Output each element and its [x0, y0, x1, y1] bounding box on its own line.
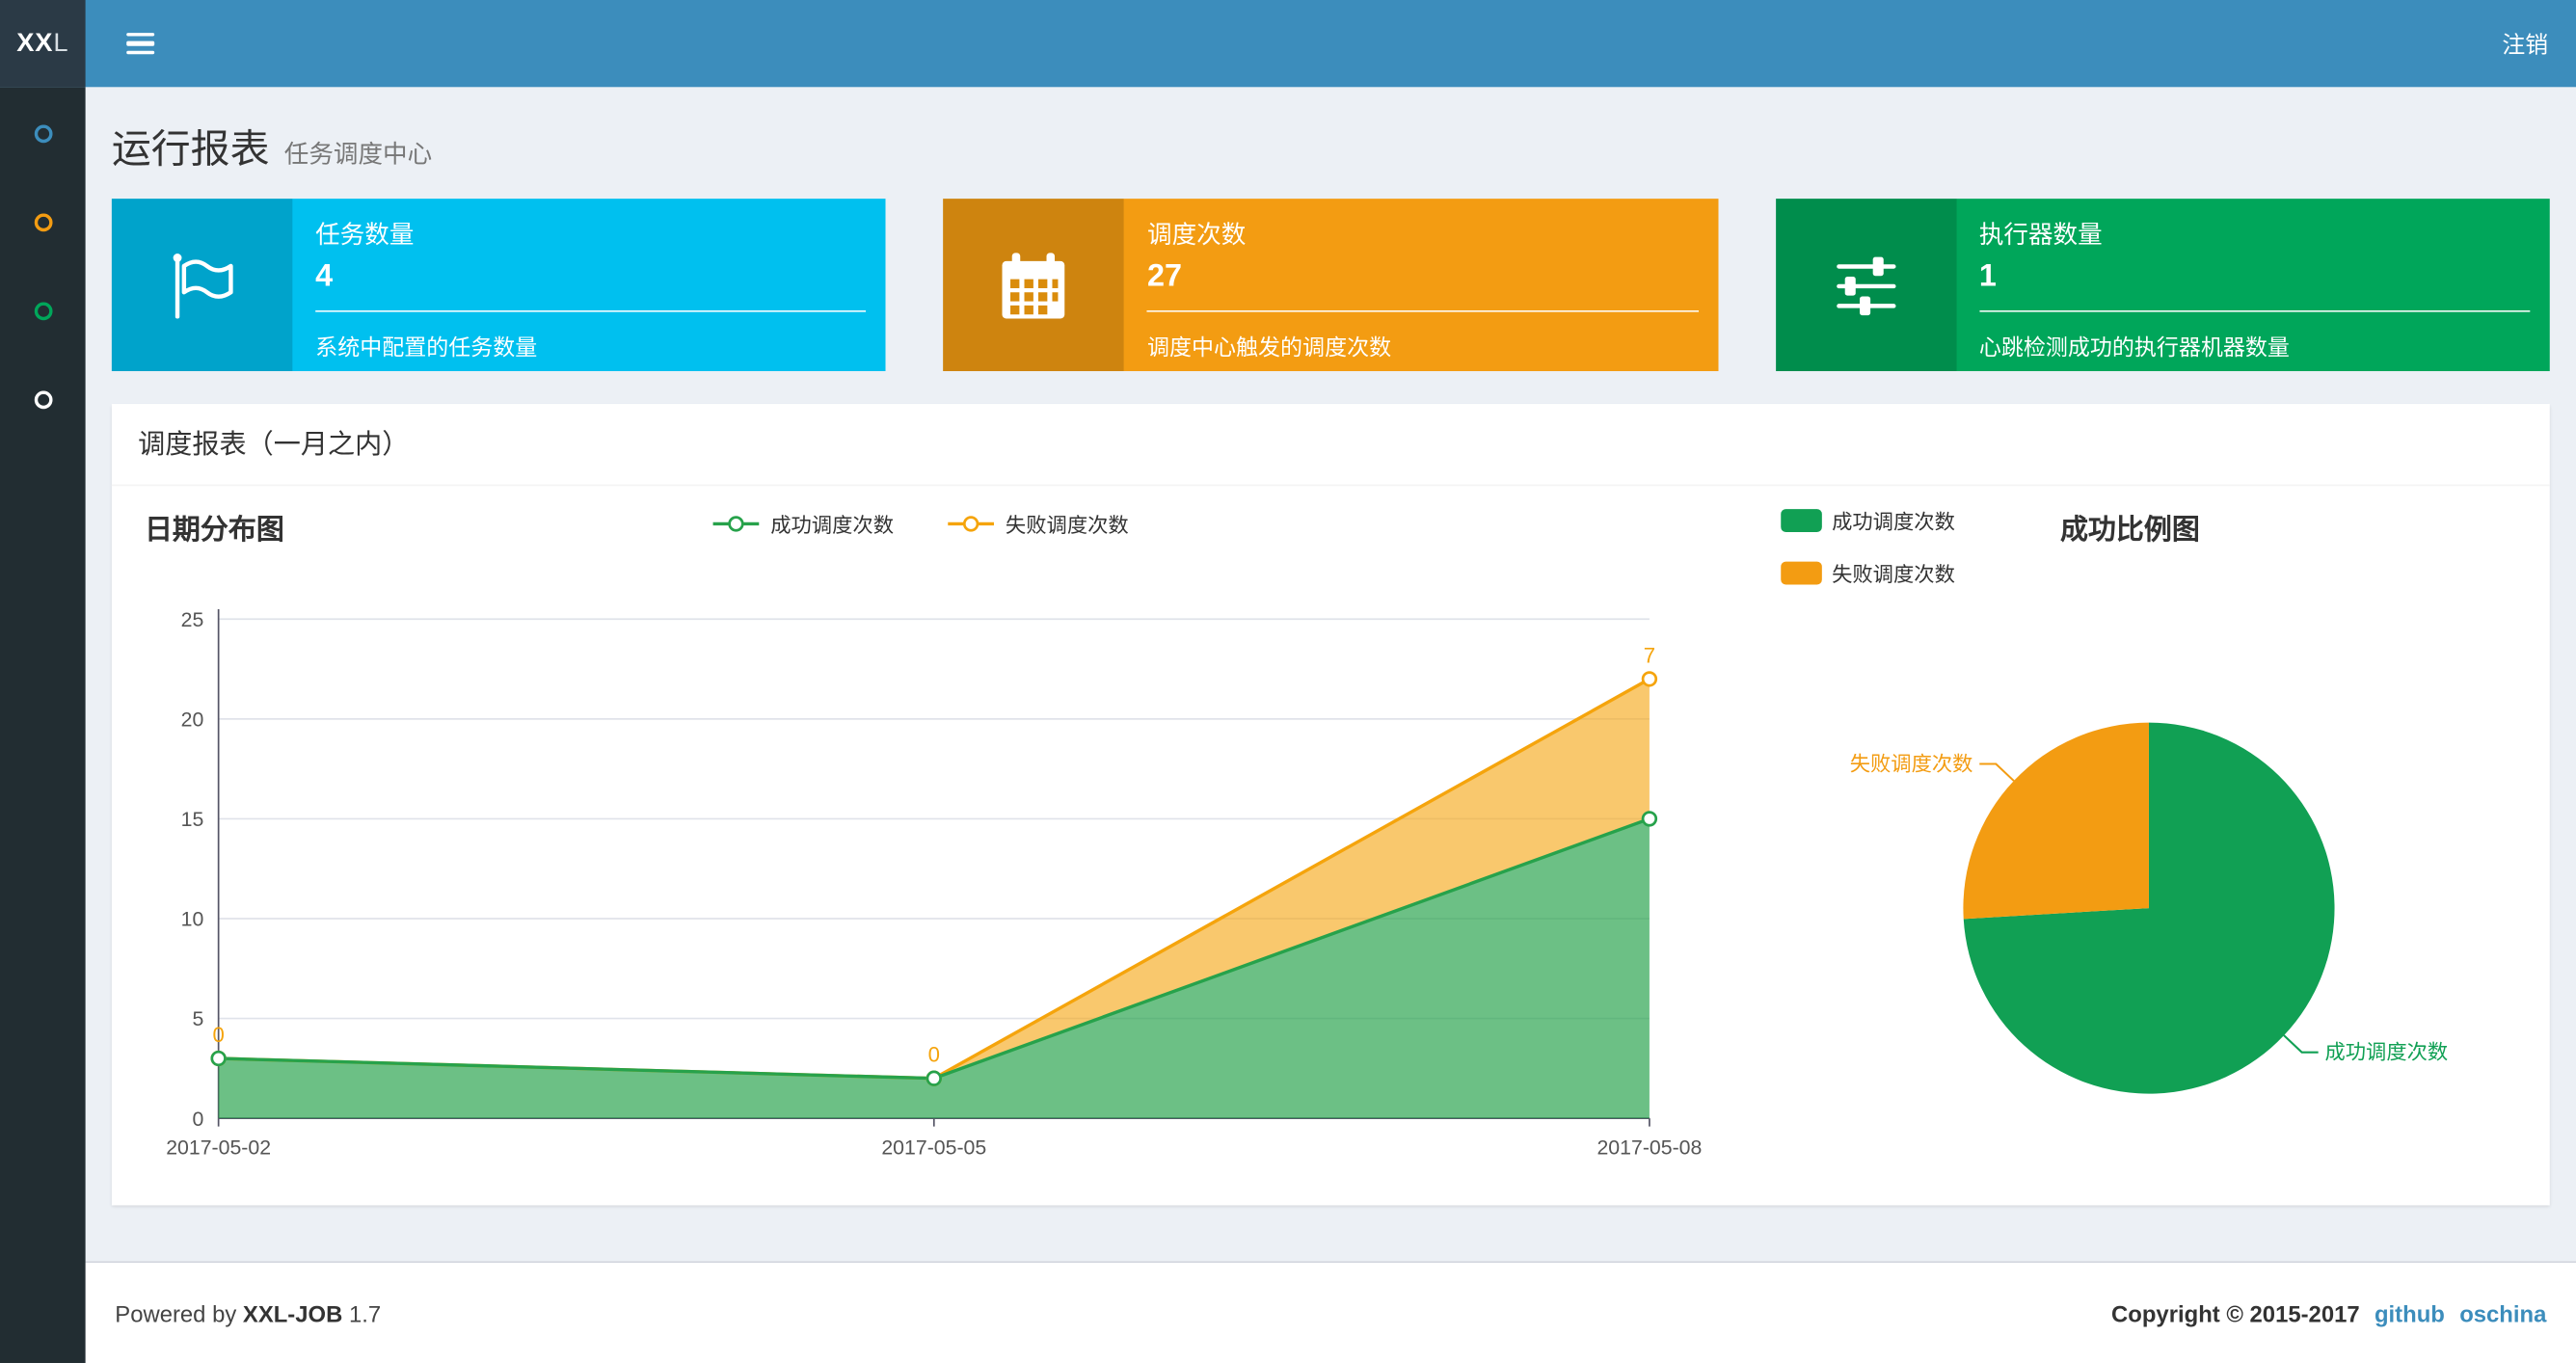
- page-header: 运行报表 任务调度中心: [112, 117, 432, 174]
- hamburger-icon: [125, 50, 154, 55]
- oschina-link[interactable]: oschina: [2459, 1299, 2546, 1325]
- logout-link[interactable]: 注销: [2474, 0, 2576, 87]
- legend-label: 成功调度次数: [1832, 510, 1955, 534]
- y-tick-label: 15: [181, 808, 204, 831]
- pie-slice: [1963, 722, 2149, 920]
- pie-chart-title: 成功比例图: [2059, 514, 2200, 546]
- y-tick-label: 10: [181, 908, 204, 931]
- point-label: 0: [212, 1023, 224, 1047]
- copyright: Copyright © 2015-2017 github oschina: [2111, 1299, 2546, 1325]
- info-box-label: 调度次数: [1147, 221, 1247, 250]
- page-title: 运行报表: [111, 127, 270, 173]
- copyright-text: Copyright © 2015-2017: [2111, 1299, 2360, 1326]
- y-tick-label: 25: [181, 608, 204, 631]
- legend-label: 成功调度次数: [770, 514, 895, 538]
- fail-point: [1641, 671, 1658, 687]
- legend-swatch: [1781, 560, 1822, 584]
- success-point: [1641, 811, 1658, 827]
- product-version: 1.7: [348, 1299, 382, 1326]
- divider: [315, 309, 867, 312]
- logo-text-bold: XX: [16, 28, 54, 57]
- divider: [1147, 309, 1699, 312]
- legend-item-success[interactable]: 成功调度次数: [1781, 504, 1955, 535]
- divider: [1978, 309, 2531, 312]
- success-point: [210, 1050, 227, 1067]
- sidebar-item-2[interactable]: [0, 179, 86, 265]
- top-navbar: XX L 注销: [0, 0, 2576, 88]
- page-footer: Powered by XXL-JOB 1.7 Copyright © 2015-…: [85, 1261, 2576, 1363]
- info-box-value: 4: [315, 259, 334, 294]
- executor-count-box: 执行器数量 1 心跳检测成功的执行器机器数量: [1775, 199, 2550, 372]
- success-point: [926, 1070, 942, 1086]
- hamburger-icon: [125, 32, 154, 37]
- legend-item-success[interactable]: 成功调度次数: [711, 507, 894, 538]
- panel-title: 调度报表（一月之内）: [111, 404, 2550, 487]
- pie-slice-label: 成功调度次数: [2324, 1040, 2448, 1063]
- sidebar-item-4[interactable]: [0, 357, 86, 442]
- line-chart-legend: 成功调度次数 失败调度次数: [112, 507, 1729, 538]
- x-tick-label: 2017-05-05: [881, 1136, 986, 1160]
- y-tick-label: 5: [192, 1007, 203, 1030]
- y-tick-label: 20: [181, 708, 204, 732]
- main-content: 运行报表 任务调度中心 任务数量 4 系统中配置的任务数量 调度次数 27 调度…: [86, 87, 2576, 1261]
- job-count-text: 任务数量 4 系统中配置的任务数量: [292, 199, 886, 371]
- info-box-value: 1: [1978, 259, 1997, 294]
- info-box-description: 系统中配置的任务数量: [315, 334, 538, 361]
- powered-prefix: Powered by: [115, 1299, 237, 1326]
- line-legend-marker: [948, 515, 994, 531]
- job-count-box: 任务数量 4 系统中配置的任务数量: [111, 199, 887, 372]
- pie-slice-label: 失败调度次数: [1850, 752, 1973, 775]
- trigger-count-box: 调度次数 27 调度中心触发的调度次数: [943, 199, 1718, 372]
- legend-swatch: [1781, 508, 1822, 532]
- info-box-label: 执行器数量: [1978, 221, 2103, 250]
- logo-text-light: L: [53, 28, 69, 57]
- point-label: 7: [1644, 643, 1655, 667]
- sidebar-item-3[interactable]: [0, 268, 86, 354]
- x-tick-label: 2017-05-08: [1597, 1136, 1702, 1160]
- sidebar: [0, 87, 86, 1363]
- legend-item-fail[interactable]: 失败调度次数: [1781, 557, 1955, 588]
- executor-count-text: 执行器数量 1 心跳检测成功的执行器机器数量: [1956, 199, 2550, 371]
- date-distribution-chart: 05101520252017-05-02 2017-05-05 2017-05-08…: [166, 608, 1702, 1160]
- circle-icon: [33, 123, 52, 143]
- circle-icon: [33, 301, 52, 320]
- success-ratio-pie-chart: 成功调度次数 失败调度次数: [1850, 722, 2448, 1094]
- pie-label-line: [2283, 1034, 2319, 1054]
- pie-label-line: [1979, 762, 2015, 782]
- page-subtitle: 任务调度中心: [283, 141, 433, 170]
- legend-label: 失败调度次数: [1832, 563, 1955, 587]
- report-panel: 调度报表（一月之内） 日期分布图 成功调度次数 失败调度次数 0 5 10 15…: [111, 404, 2550, 1206]
- legend-item-fail[interactable]: 失败调度次数: [947, 507, 1129, 538]
- trigger-count-text: 调度次数 27 调度中心触发的调度次数: [1124, 199, 1718, 371]
- circle-icon: [33, 212, 52, 231]
- point-label: 0: [928, 1043, 940, 1067]
- calendar-icon: [943, 199, 1125, 372]
- info-box-label: 任务数量: [315, 221, 415, 250]
- flag-icon: [111, 199, 293, 372]
- info-box-value: 27: [1147, 259, 1183, 294]
- hamburger-icon: [125, 41, 154, 46]
- info-box-description: 心跳检测成功的执行器机器数量: [1978, 334, 2290, 361]
- sidebar-toggle-button[interactable]: [105, 0, 174, 87]
- powered-by: Powered by XXL-JOB 1.7: [115, 1299, 381, 1325]
- y-tick-label: 0: [192, 1108, 203, 1131]
- legend-label: 失败调度次数: [1005, 514, 1129, 538]
- github-link[interactable]: github: [2375, 1299, 2445, 1325]
- sidebar-item-1[interactable]: [0, 91, 86, 176]
- pie-chart-legend: 成功调度次数 失败调度次数: [1781, 504, 1955, 588]
- sliders-icon: [1775, 199, 1956, 372]
- line-legend-marker: [712, 515, 760, 531]
- product-name: XXL-JOB: [242, 1299, 343, 1326]
- info-box-description: 调度中心触发的调度次数: [1147, 334, 1392, 361]
- circle-icon: [33, 389, 52, 409]
- summary-boxes: 任务数量 4 系统中配置的任务数量 调度次数 27 调度中心触发的调度次数 执行…: [111, 199, 2550, 372]
- x-tick-label: 2017-05-02: [166, 1136, 271, 1160]
- xxl-job-dashboard: XX L 注销 运行报表 任务调度中心 任务数量 4 系统中配置的任务数量 调度…: [0, 0, 2576, 1363]
- app-logo[interactable]: XX L: [0, 0, 86, 88]
